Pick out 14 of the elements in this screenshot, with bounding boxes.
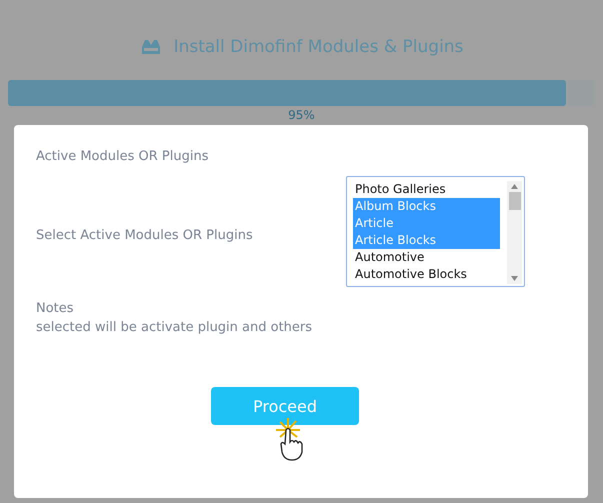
scrollbar-thumb[interactable] [508, 192, 520, 210]
inbox-icon [140, 38, 162, 56]
scroll-down-icon[interactable] [511, 276, 518, 281]
list-option[interactable]: Automotive [353, 249, 500, 266]
multi-select-list[interactable]: Photo Galleries Album Blocks Article Article Blocks Automotive Automotive Blocks [346, 176, 525, 287]
select-label: Select Active Modules OR Plugins [36, 227, 253, 245]
list-option[interactable]: Automotive Blocks [353, 266, 500, 283]
page-title: Install Dimofinf Modules & Plugins [174, 37, 464, 57]
list-option[interactable]: Photo Galleries [353, 181, 500, 198]
progress-reading: 95% [288, 108, 315, 122]
scroll-up-icon[interactable] [511, 184, 518, 189]
section-heading: Active Modules OR Plugins [36, 148, 210, 166]
notes-title: Notes [36, 300, 75, 318]
notes-text: selected will be activate plugin and others [36, 319, 312, 337]
